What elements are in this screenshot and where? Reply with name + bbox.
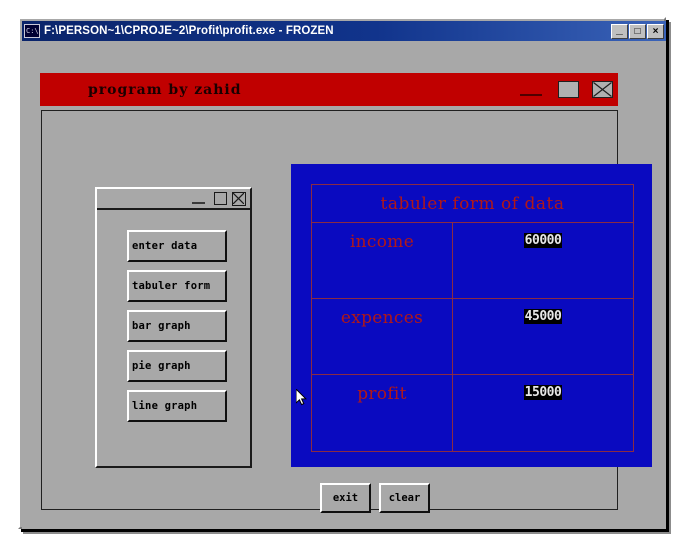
app-close-icon[interactable] — [592, 81, 613, 98]
app-title: program by zahid — [88, 81, 242, 98]
app-maximize-icon[interactable] — [558, 81, 579, 98]
menu-button-line-graph[interactable]: line graph — [127, 390, 227, 422]
window-maximize-button[interactable]: □ — [629, 23, 646, 39]
exit-button[interactable]: exit — [320, 483, 371, 513]
app-header-bar: program by zahid — [40, 73, 618, 106]
row-value-expences-cell: 45000 — [453, 299, 633, 374]
row-value-income: 60000 — [523, 233, 563, 248]
row-label-expences: expences — [312, 299, 453, 374]
window-title: F:\PERSON~1\CPROJE~2\Profit\profit.exe -… — [44, 25, 334, 37]
data-table: tabuler form of data income 60000 expenc… — [311, 184, 634, 452]
close-icon: × — [652, 25, 659, 37]
menu-maximize-icon[interactable] — [214, 192, 227, 205]
menu-button-bar-graph[interactable]: bar graph — [127, 310, 227, 342]
clear-button[interactable]: clear — [379, 483, 430, 513]
table-row: expences 45000 — [312, 299, 633, 375]
window-close-button[interactable]: × — [647, 23, 664, 39]
application-client-area: program by zahid enter data tabuler form… — [22, 41, 666, 529]
row-label-income: income — [312, 223, 453, 298]
menu-subwindow: enter data tabuler form bar graph pie gr… — [95, 187, 252, 468]
row-value-profit-cell: 15000 — [453, 375, 633, 451]
app-content-panel: enter data tabuler form bar graph pie gr… — [41, 110, 652, 513]
app-minimize-icon[interactable] — [520, 93, 542, 96]
menu-button-pie-graph[interactable]: pie graph — [127, 350, 227, 382]
minimize-icon: _ — [616, 21, 623, 36]
table-title: tabuler form of data — [312, 185, 633, 223]
table-row: income 60000 — [312, 223, 633, 299]
row-value-income-cell: 60000 — [453, 223, 633, 298]
row-label-profit: profit — [312, 375, 453, 451]
maximize-icon: □ — [634, 25, 641, 37]
window-minimize-button[interactable]: _ — [611, 21, 628, 39]
tabular-data-panel: tabuler form of data income 60000 expenc… — [291, 164, 652, 467]
menu-subwindow-titlebar[interactable] — [97, 189, 250, 210]
row-value-profit: 15000 — [523, 385, 563, 400]
row-value-expences: 45000 — [523, 309, 563, 324]
dos-application-window: F:\PERSON~1\CPROJE~2\Profit\profit.exe -… — [18, 17, 666, 529]
dos-console-icon — [24, 24, 40, 38]
menu-close-icon[interactable] — [232, 191, 246, 206]
menu-button-enter-data[interactable]: enter data — [127, 230, 227, 262]
table-row: profit 15000 — [312, 375, 633, 451]
menu-minimize-icon[interactable] — [192, 201, 205, 204]
window-titlebar[interactable]: F:\PERSON~1\CPROJE~2\Profit\profit.exe -… — [22, 21, 666, 41]
menu-button-tabuler-form[interactable]: tabuler form — [127, 270, 227, 302]
